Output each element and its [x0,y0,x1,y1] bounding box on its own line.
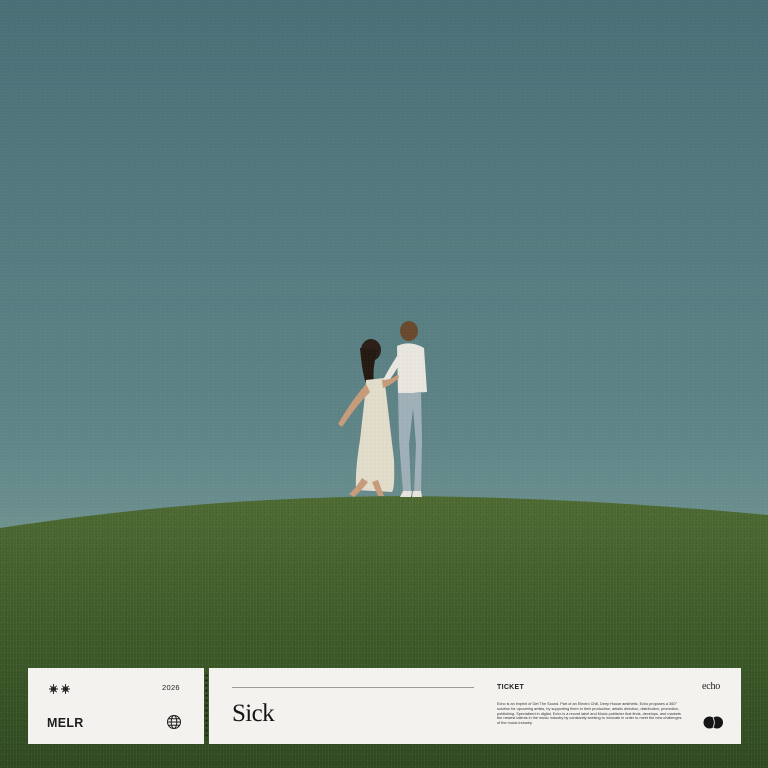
album-cover: 2026 MELR Sick TICKET Echo is an imprint… [0,0,768,768]
ticket-label: TICKET [497,684,525,691]
couple-figures [338,321,427,497]
ticket-divider [232,687,474,688]
artist-name: MELR [47,716,84,730]
track-title: Sick [232,700,275,727]
label-description: Echo is an imprint of Get The Sound. Par… [497,702,682,726]
globe-icon [167,715,181,729]
brand-name: echo [702,681,721,692]
snowflake-pair-icon [49,684,70,694]
ticket-perforation [205,673,208,739]
ticket-stub [28,668,204,744]
release-year: 2026 [162,683,180,692]
hill-scene [0,321,768,768]
echo-logo-icon [703,716,723,729]
